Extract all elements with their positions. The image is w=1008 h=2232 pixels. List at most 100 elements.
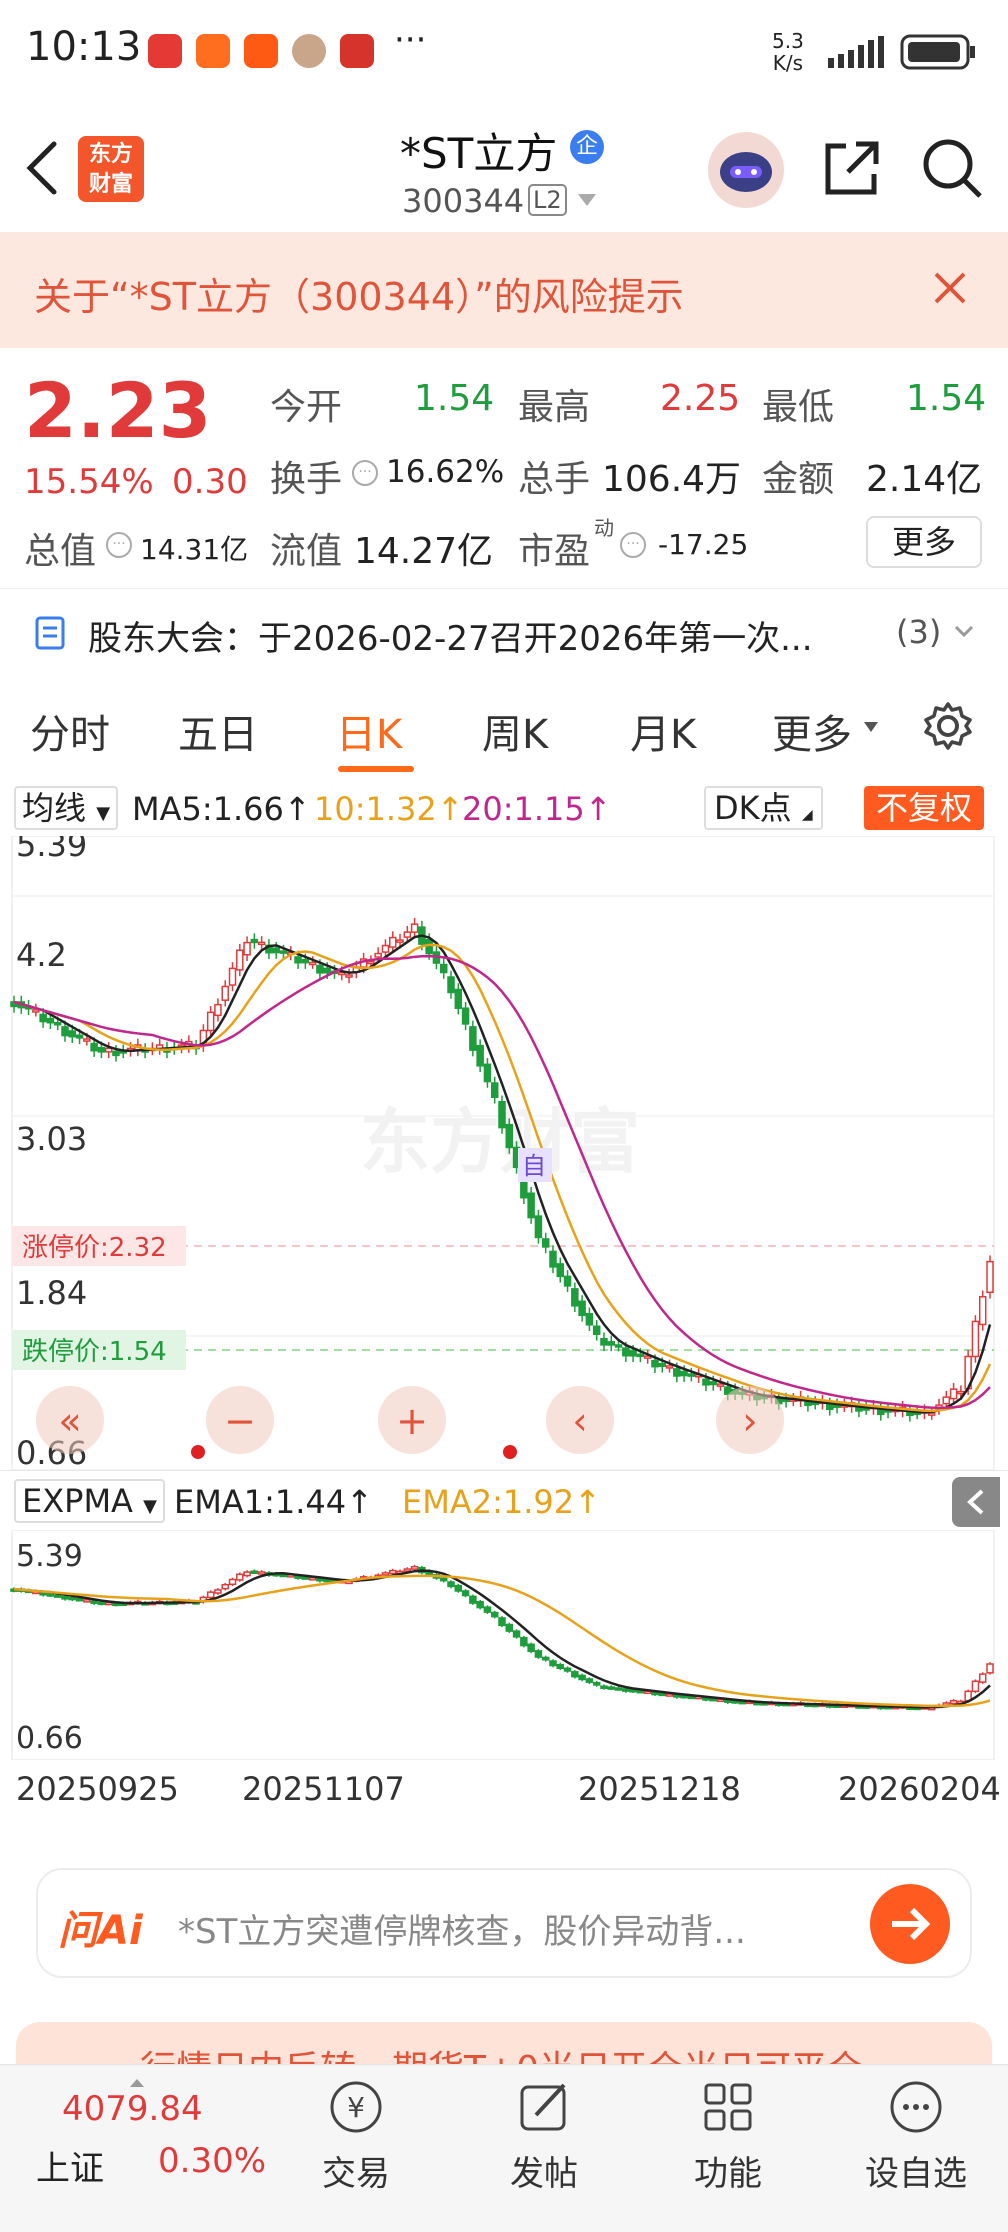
candle-body xyxy=(563,1275,572,1287)
risk-banner-text[interactable]: 关于“*ST立方（300344）”的风险提示 xyxy=(34,266,684,321)
risk-banner[interactable]: 关于“*ST立方（300344）”的风险提示 xyxy=(0,232,1008,348)
bottom-nav: 4079.84 上证 0.30% ¥ 交易 发帖 功能 设自选 xyxy=(0,2064,1008,2232)
tab-more[interactable]: 更多 xyxy=(772,702,852,760)
candle-body xyxy=(410,923,419,933)
index-name[interactable]: 上证 xyxy=(36,2141,104,2190)
info-icon[interactable]: ··· xyxy=(352,460,378,486)
avatar-app-icon xyxy=(292,34,326,68)
arrow-right-icon[interactable] xyxy=(870,1884,950,1964)
candle-body xyxy=(461,1590,470,1597)
candle-body xyxy=(549,1660,557,1667)
candle-body xyxy=(243,1571,251,1577)
candle-body xyxy=(592,1325,601,1336)
dk-point-toggle[interactable]: DK点 ◢ xyxy=(704,786,823,830)
ai-question-bar[interactable]: 问Ai *ST立方突遭停牌核查，股价异动背... xyxy=(36,1868,972,1978)
chevron-down-icon[interactable] xyxy=(952,619,976,643)
candle-body xyxy=(221,1583,229,1590)
kline-main-chart[interactable]: 东方财富5.394.23.031.840.66涨停价:2.32跌停价:1.54自… xyxy=(0,836,1008,1470)
candle-body xyxy=(534,1650,543,1658)
info-icon[interactable]: ··· xyxy=(106,532,132,558)
battery-icon xyxy=(900,34,978,70)
zoom-out-button-glyph: − xyxy=(224,1399,256,1443)
candle-body xyxy=(294,1575,302,1579)
candle-body xyxy=(206,1011,215,1032)
volume-value: 106.4万 xyxy=(602,459,742,500)
expma-indicator-select[interactable]: EXPMA ▼ xyxy=(14,1479,165,1523)
search-icon[interactable] xyxy=(920,136,984,200)
candle-body xyxy=(439,963,448,974)
period-tabs: 分时 五日 日K 周K 月K 更多 xyxy=(0,672,1008,782)
candle-body xyxy=(214,1003,222,1017)
index-change[interactable]: 0.30% xyxy=(158,2141,266,2181)
more-quote-button[interactable]: 更多 xyxy=(866,516,982,568)
pe-dynamic-mark: 动 xyxy=(594,516,614,540)
limit-down-label: 跌停价:1.54 xyxy=(22,1337,167,1367)
index-value[interactable]: 4079.84 xyxy=(62,2089,203,2129)
candle-body xyxy=(607,1341,616,1346)
candle-body xyxy=(978,1296,987,1326)
stock-name: *ST立方 xyxy=(400,129,558,178)
back-icon[interactable] xyxy=(22,138,62,198)
nav-add-watchlist-label: 设自选 xyxy=(865,2154,967,2194)
document-icon xyxy=(34,615,66,651)
stock-code: 300344 xyxy=(402,182,525,220)
candle-body xyxy=(498,1101,506,1129)
tab-intraday[interactable]: 分时 xyxy=(30,702,110,760)
candle-body xyxy=(367,960,375,965)
turnover-label: 换手 xyxy=(270,459,343,500)
signal-icon xyxy=(826,34,890,68)
tab-monthly-k[interactable]: 月K xyxy=(630,702,696,760)
nav-add-watchlist[interactable]: 设自选 xyxy=(846,2065,986,2195)
settings-gear-icon[interactable] xyxy=(922,700,974,752)
y-axis-label: 1.84 xyxy=(16,1274,87,1312)
nav-post[interactable]: 发帖 xyxy=(474,2065,614,2195)
candle-body xyxy=(403,1568,412,1572)
candle-body xyxy=(971,1680,980,1693)
candle-body xyxy=(614,1344,623,1348)
level2-badge[interactable]: L2 xyxy=(528,184,567,216)
share-icon[interactable] xyxy=(820,136,884,200)
notice-text[interactable]: 股东大会：于2026-02-27召开2026年第一次... xyxy=(88,611,858,660)
nav-trade[interactable]: ¥ 交易 xyxy=(286,2065,426,2195)
candle-body xyxy=(716,1383,725,1387)
last-price: 2.23 xyxy=(24,366,212,455)
expma-sub-chart[interactable]: 5.39 0.66 xyxy=(0,1530,1008,1760)
candle-body xyxy=(957,1390,965,1395)
candle-body xyxy=(709,1381,717,1386)
nav-functions[interactable]: 功能 xyxy=(658,2065,798,2195)
ema1-value: EMA1:1.44↑ xyxy=(174,1483,373,1521)
candle-body xyxy=(236,949,244,971)
candle-body xyxy=(410,1565,419,1570)
candle-body xyxy=(541,1656,550,1661)
ema2-value: EMA2:1.92↑ xyxy=(402,1483,601,1521)
chevron-down-icon[interactable] xyxy=(578,194,596,206)
close-icon[interactable] xyxy=(932,270,968,306)
caret-down-icon[interactable] xyxy=(864,722,878,732)
date-label: 20251218 xyxy=(578,1770,741,1808)
info-icon[interactable]: ··· xyxy=(620,532,646,558)
ai-robot-icon[interactable] xyxy=(708,132,784,208)
candle-body xyxy=(221,985,229,1001)
candle-body xyxy=(490,1082,499,1099)
candle-body xyxy=(374,952,382,958)
caret-up-icon xyxy=(130,2079,144,2087)
ai-question-text[interactable]: *ST立方突遭停牌核查，股价异动背... xyxy=(178,1904,868,1953)
no-adjust-button[interactable]: 不复权 xyxy=(864,786,985,830)
candle-body xyxy=(316,964,324,974)
candle-body xyxy=(46,1593,55,1597)
candle-body xyxy=(39,1013,47,1023)
shareholder-notice[interactable]: 股东大会：于2026-02-27召开2026年第一次... (3) xyxy=(0,588,1008,672)
high-label: 最高 xyxy=(518,387,591,428)
candle-body xyxy=(469,1595,477,1604)
low-label: 最低 xyxy=(762,387,835,428)
collapse-left-icon[interactable] xyxy=(952,1477,1000,1527)
ma-indicator-select[interactable]: 均线 ▼ xyxy=(14,786,119,830)
candle-body xyxy=(636,1689,645,1694)
tab-weekly-k[interactable]: 周K xyxy=(482,702,548,760)
tab-five-day[interactable]: 五日 xyxy=(178,702,258,760)
plane-app-icon xyxy=(244,34,278,68)
tab-daily-k[interactable]: 日K xyxy=(336,702,402,760)
candle-body xyxy=(97,1601,106,1606)
nav-post-label: 发帖 xyxy=(510,2154,578,2194)
date-label: 20260204 xyxy=(838,1770,1001,1808)
